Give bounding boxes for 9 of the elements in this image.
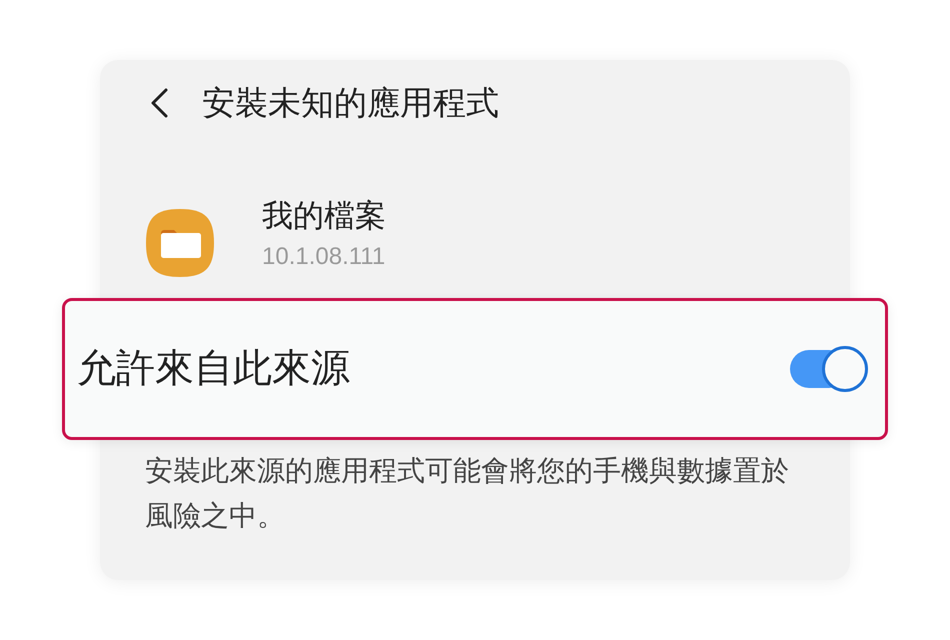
setting-label: 允許來自此來源 bbox=[77, 345, 350, 393]
toggle-switch[interactable] bbox=[790, 346, 868, 392]
app-version: 10.1.08.111 bbox=[262, 242, 386, 272]
warning-description: 安裝此來源的應用程式可能會將您的手機與數據置於風險之中。 bbox=[145, 453, 790, 534]
back-chevron-icon bbox=[150, 88, 168, 118]
app-name: 我的檔案 bbox=[262, 197, 386, 236]
folder-app-icon bbox=[145, 208, 215, 278]
page-title: 安裝未知的應用程式 bbox=[202, 82, 499, 124]
setting-row[interactable]: 允許來自此來源 bbox=[62, 298, 888, 440]
